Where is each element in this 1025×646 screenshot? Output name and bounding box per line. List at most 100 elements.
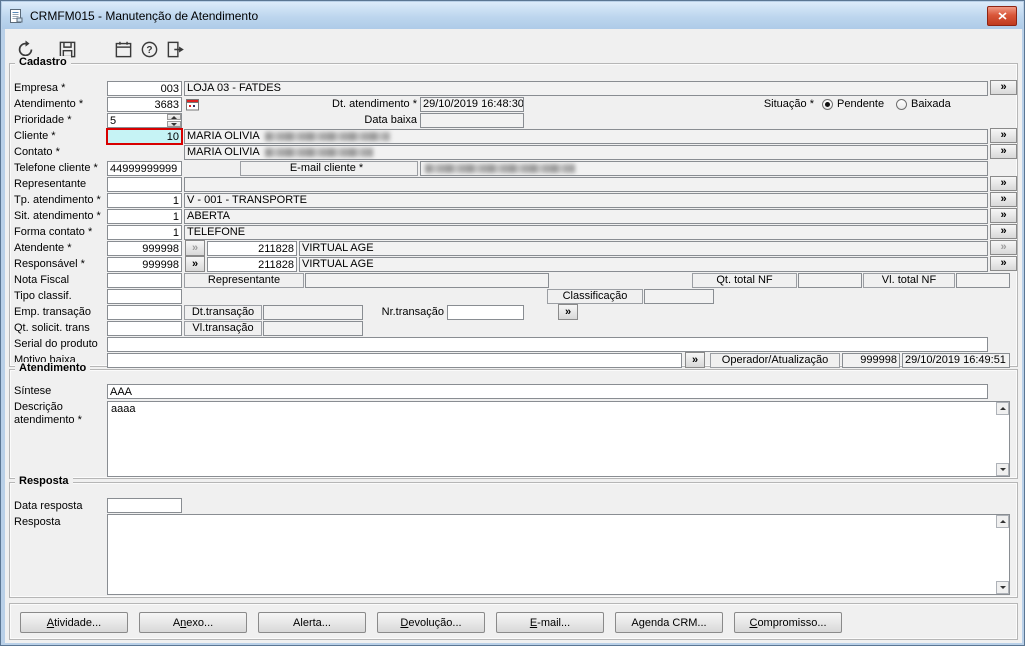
button-label-part: Alerta... xyxy=(293,616,331,629)
data-baixa-label: Data baixa xyxy=(364,114,417,126)
descricao-scroll-down-button[interactable] xyxy=(996,463,1009,476)
cliente-label: Cliente * xyxy=(14,130,56,142)
atendente-code-input[interactable] xyxy=(107,241,182,256)
forma-contato-desc: TELEFONE xyxy=(184,225,988,240)
empresa-lookup-button[interactable]: » xyxy=(990,80,1017,95)
dt-atendimento-label: Dt. atendimento * xyxy=(332,98,417,110)
situacao-baixada-label: Baixada xyxy=(911,98,951,110)
resposta-scroll-down-button[interactable] xyxy=(996,581,1009,594)
representante-label: Representante xyxy=(14,178,87,190)
serial-produto-input[interactable] xyxy=(107,337,988,352)
resposta-group: Resposta Data resposta Resposta xyxy=(9,475,1018,598)
tp-atendimento-desc: V - 001 - TRANSPORTE xyxy=(184,193,988,208)
button-label-part: A xyxy=(172,616,181,629)
prioridade-spin-up-button[interactable] xyxy=(167,114,181,120)
tp-atendimento-lookup-button[interactable]: » xyxy=(990,192,1017,207)
contato-lookup-button[interactable]: » xyxy=(990,144,1017,159)
cliente-code-input[interactable] xyxy=(107,129,182,144)
agenda-button[interactable] xyxy=(111,37,136,62)
forma-contato-code-input[interactable] xyxy=(107,225,182,240)
button-label-part: exo... xyxy=(186,616,214,629)
cadastro-group: Cadastro Empresa * LOJA 03 - FATDES » At… xyxy=(9,56,1018,368)
descricao-atendimento-textarea[interactable] xyxy=(107,401,1010,477)
exit-button[interactable] xyxy=(163,37,188,62)
calendar-icon xyxy=(114,40,133,59)
situacao-radio-baixada[interactable] xyxy=(896,99,907,110)
footer-button-bar: Atividade... An exo... Alerta... Devoluçã… xyxy=(9,603,1018,640)
atendente-lookup-button[interactable]: » xyxy=(990,240,1017,255)
telefone-cliente-input[interactable] xyxy=(107,161,182,176)
descricao-scroll-up-button[interactable] xyxy=(996,402,1009,415)
atendimento-numero-input[interactable] xyxy=(107,97,182,112)
tipo-classif-input[interactable] xyxy=(107,289,182,304)
sintese-input[interactable] xyxy=(107,384,988,399)
redacted-text xyxy=(425,163,575,173)
email-cliente-label: E-mail cliente * xyxy=(240,161,418,176)
data-resposta-input[interactable] xyxy=(107,498,182,513)
atendente-matricula-input[interactable] xyxy=(207,241,297,256)
button-label-part: tividade... xyxy=(54,616,102,629)
operador-header: Operador/Atualização xyxy=(710,353,840,368)
vl-total-nf-value xyxy=(956,273,1010,288)
tp-atendimento-code-input[interactable] xyxy=(107,193,182,208)
atendente-lookup-small-button[interactable]: » xyxy=(185,240,205,256)
compromisso-button[interactable]: Compromisso... xyxy=(734,612,842,633)
arrow-down-icon xyxy=(999,468,1006,471)
motivo-baixa-input[interactable] xyxy=(107,353,682,368)
agenda-crm-button[interactable]: Agenda CRM... xyxy=(615,612,723,633)
nota-fiscal-input[interactable] xyxy=(107,273,182,288)
alerta-button[interactable]: Alerta... xyxy=(258,612,366,633)
situacao-radio-pendente[interactable] xyxy=(822,99,833,110)
situacao-label: Situação * xyxy=(763,98,814,110)
button-label-part: Agenda CRM... xyxy=(631,616,707,629)
transacao-lookup-button[interactable]: » xyxy=(558,304,578,320)
representante-lookup-button[interactable]: » xyxy=(990,176,1017,191)
descricao-atendimento-label: Descrição atendimento * xyxy=(14,401,82,426)
resposta-scroll-up-button[interactable] xyxy=(996,515,1009,528)
motivo-baixa-lookup-button[interactable]: » xyxy=(685,352,705,368)
resposta-group-title: Resposta xyxy=(15,475,73,487)
sit-atendimento-code-input[interactable] xyxy=(107,209,182,224)
arrow-down-icon xyxy=(171,122,177,126)
atendimento-group-title: Atendimento xyxy=(15,362,91,374)
sit-atendimento-desc: ABERTA xyxy=(184,209,988,224)
anexo-button[interactable]: An exo... xyxy=(139,612,247,633)
title-bar[interactable]: CRMFM015 - Manutenção de Atendimento xyxy=(2,2,1023,29)
date-picker-icon[interactable] xyxy=(186,98,199,111)
nr-transacao-input[interactable] xyxy=(447,305,524,320)
arrow-up-icon xyxy=(171,115,177,119)
cliente-lookup-button[interactable]: » xyxy=(990,128,1017,143)
classificacao-header: Classificação xyxy=(547,289,643,304)
tp-atendimento-label: Tp. atendimento * xyxy=(14,194,101,206)
resposta-textarea[interactable] xyxy=(107,514,1010,595)
responsavel-code-input[interactable] xyxy=(107,257,182,272)
sit-atendimento-lookup-button[interactable]: » xyxy=(990,208,1017,223)
email-button[interactable]: E -mail... xyxy=(496,612,604,633)
arrow-up-icon xyxy=(999,407,1006,410)
exit-icon xyxy=(166,40,185,59)
empresa-desc: LOJA 03 - FATDES xyxy=(184,81,988,96)
cadastro-group-title: Cadastro xyxy=(15,56,71,68)
devolucao-button[interactable]: Devolução... xyxy=(377,612,485,633)
emp-transacao-input[interactable] xyxy=(107,305,182,320)
vl-transacao-value xyxy=(263,321,363,336)
help-button[interactable]: ? xyxy=(137,37,162,62)
atividade-button[interactable]: Atividade... xyxy=(20,612,128,633)
forma-contato-lookup-button[interactable]: » xyxy=(990,224,1017,239)
close-icon xyxy=(997,12,1007,20)
application-window: CRMFM015 - Manutenção de Atendimento ? C… xyxy=(0,0,1025,646)
qt-total-nf-value xyxy=(798,273,862,288)
responsavel-lookup-small-button[interactable]: » xyxy=(185,256,205,272)
button-label-part: A xyxy=(46,616,55,629)
responsavel-matricula-input[interactable] xyxy=(207,257,297,272)
nf-representante-value xyxy=(305,273,549,288)
forma-contato-label: Forma contato * xyxy=(14,226,93,238)
prioridade-spin-down-button[interactable] xyxy=(167,121,181,127)
representante-code-input[interactable] xyxy=(107,177,182,192)
empresa-code-input[interactable] xyxy=(107,81,182,96)
nf-representante-header: Representante xyxy=(184,273,304,288)
svg-text:?: ? xyxy=(146,45,152,56)
qt-solicit-trans-input[interactable] xyxy=(107,321,182,336)
responsavel-lookup-button[interactable]: » xyxy=(990,256,1017,271)
close-button[interactable] xyxy=(987,6,1017,26)
